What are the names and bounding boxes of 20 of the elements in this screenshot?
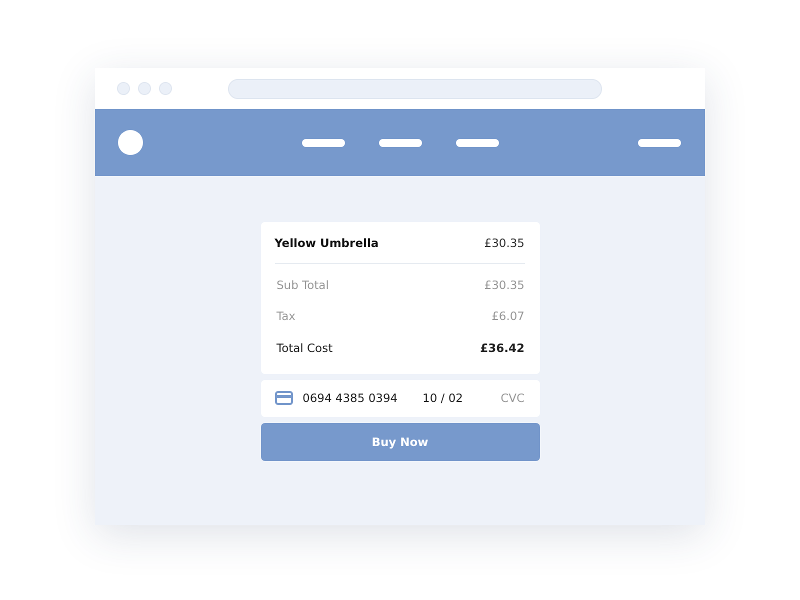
product-name: Yellow Umbrella [274, 236, 379, 250]
expiry-field[interactable]: 10 / 02 [422, 391, 472, 405]
credit-card-icon [274, 391, 292, 405]
nav-link-placeholder[interactable] [379, 138, 422, 146]
summary-amount: £30.35 [484, 278, 524, 292]
window-dot [117, 82, 130, 95]
logo-icon [118, 130, 143, 155]
summary-label: Sub Total [276, 278, 329, 292]
product-price: £30.35 [484, 236, 524, 250]
nav-link-placeholder[interactable] [302, 138, 345, 146]
nav-link-placeholder[interactable] [638, 138, 681, 146]
card-number-field[interactable]: 0694 4385 0394 [302, 391, 412, 405]
cvc-field[interactable]: CVC [484, 391, 524, 405]
summary-amount: £36.42 [480, 340, 524, 355]
summary-label: Tax [276, 309, 296, 324]
summary-amount: £6.07 [492, 309, 524, 324]
window-dot [138, 82, 151, 95]
window-dot [159, 82, 172, 95]
summary-label: Total Cost [276, 340, 333, 355]
nav-link-placeholder[interactable] [456, 138, 499, 146]
